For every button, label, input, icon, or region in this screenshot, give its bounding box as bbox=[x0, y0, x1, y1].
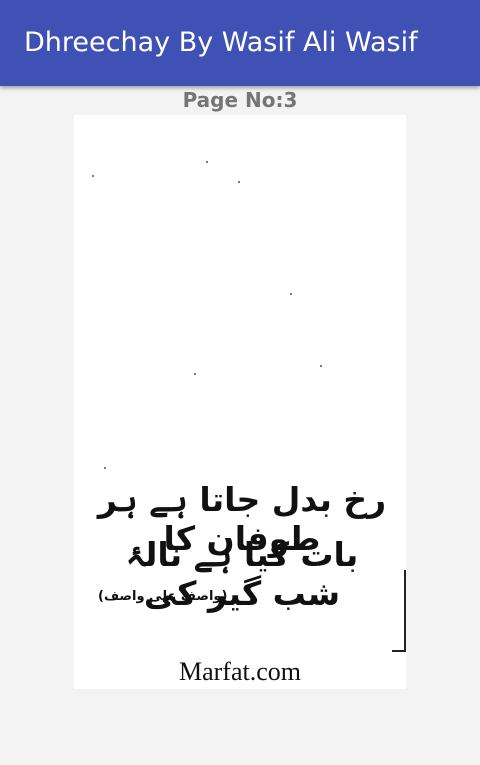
verse-attribution: (واصف علی واصف) bbox=[98, 589, 228, 604]
scan-speck bbox=[104, 467, 106, 469]
scan-edge-line bbox=[404, 570, 406, 650]
scan-speck bbox=[194, 373, 196, 375]
watermark-text: Marfat.com bbox=[178, 657, 301, 686]
page-number-label: Page No:3 bbox=[182, 88, 298, 112]
page-scan-image[interactable]: رخ بدل جاتا ہے ہر طوفان کا بات کیا ہے نا… bbox=[74, 115, 406, 689]
app-bar: Dhreechay By Wasif Ali Wasif bbox=[0, 0, 480, 86]
scan-speck bbox=[290, 293, 292, 295]
scan-speck bbox=[206, 161, 208, 163]
scan-speck bbox=[92, 175, 94, 177]
scan-edge-tick bbox=[392, 650, 406, 652]
scan-speck bbox=[238, 181, 240, 183]
app-title: Dhreechay By Wasif Ali Wasif bbox=[24, 26, 418, 58]
scan-speck bbox=[320, 365, 322, 367]
